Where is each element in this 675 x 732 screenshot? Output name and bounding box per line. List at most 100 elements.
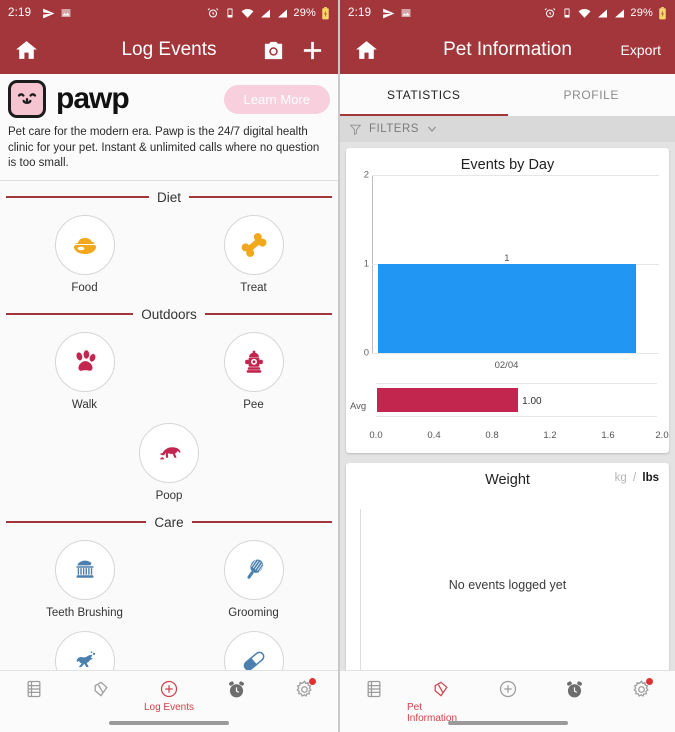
avg-category-label: Avg: [350, 401, 367, 412]
send-icon: [382, 7, 395, 20]
pet-tag-icon: [91, 679, 111, 699]
nav-item-pet-information[interactable]: [68, 679, 136, 699]
status-bar-right: 29%: [544, 6, 667, 20]
icon-bubble: [223, 539, 284, 600]
avg-bar[interactable]: [377, 388, 518, 412]
nav-item-reminders[interactable]: [541, 679, 608, 700]
unit-lbs[interactable]: lbs: [642, 472, 659, 484]
icon-bubble: [54, 331, 115, 392]
event-button-teeth-brushing[interactable]: Teeth Brushing: [0, 532, 169, 623]
unit-kg[interactable]: kg: [615, 472, 627, 484]
divider-line: [6, 196, 149, 198]
weight-card-header: Weight kg / lbs: [346, 463, 669, 492]
plus-icon[interactable]: [301, 39, 324, 62]
app-bar-actions: Export: [621, 42, 661, 58]
pooping-dog-icon: [153, 437, 185, 469]
tab-profile[interactable]: PROFILE: [508, 74, 675, 116]
status-bar-right: 29%: [207, 6, 330, 20]
hair-brush-icon: [239, 555, 269, 585]
event-button-poop[interactable]: Poop: [0, 415, 338, 506]
paw-print-icon: [70, 347, 100, 377]
statistics-content: Events by Day 0 1 2 1 0 2 /04 Avg 1.00 0.0…: [340, 142, 675, 732]
camera-icon[interactable]: [262, 39, 285, 62]
signal-icon: [596, 8, 608, 19]
icon-bubble: [223, 331, 284, 392]
learn-more-button[interactable]: Learn More: [223, 84, 330, 114]
app-bar: Log Events: [0, 26, 338, 74]
battery-charging-icon: [321, 6, 330, 20]
gridline: [372, 353, 659, 354]
x-tick-label: 02/04: [494, 360, 519, 371]
settings-badge: [646, 678, 653, 685]
nav-item-pet-information[interactable]: Pet Information: [407, 679, 474, 724]
unit-separator: /: [632, 472, 637, 484]
weight-unit-toggle[interactable]: kg / lbs: [615, 472, 659, 484]
banner-top-row: pawp Learn More: [8, 80, 330, 118]
event-label: Pee: [243, 398, 264, 411]
weight-card: Weight kg / lbs No events logged yet: [346, 463, 669, 691]
divider-line: [204, 313, 332, 315]
chevron-down-icon: [426, 123, 438, 135]
event-label: Poop: [155, 489, 183, 502]
status-bar-left: 2:19: [348, 7, 412, 20]
bone-icon: [238, 229, 270, 261]
bar-value-label: 1: [504, 253, 510, 264]
event-button-food[interactable]: Food: [0, 207, 169, 298]
status-bar: 2:19 29%: [340, 0, 675, 26]
event-label: Food: [71, 281, 98, 294]
nav-item-log-events[interactable]: [474, 679, 541, 699]
filters-label: FILTERS: [369, 123, 419, 135]
wifi-icon: [578, 8, 591, 19]
chart-title: Events by Day: [460, 157, 555, 173]
y-tick: 0: [363, 347, 369, 359]
home-indicator: [109, 721, 229, 725]
divider-line: [191, 521, 333, 523]
section-title: Diet: [157, 189, 182, 205]
alarm-clock-icon: [564, 679, 585, 700]
vibrate-icon: [561, 7, 573, 19]
home-icon[interactable]: [14, 38, 39, 63]
divider-line: [6, 521, 147, 523]
event-button-pee[interactable]: Pee: [169, 324, 338, 415]
tab-bar: STATISTICS PROFILE: [340, 74, 675, 116]
event-button-walk[interactable]: Walk: [0, 324, 169, 415]
nav-item-settings[interactable]: [608, 678, 675, 700]
y-tick: 1: [363, 258, 369, 270]
nav-item-journal[interactable]: [340, 679, 407, 699]
image-icon: [400, 7, 412, 19]
events-by-day-card: Events by Day 0 1 2 1 02/04 Avg 1.00 0.0…: [346, 148, 669, 453]
event-label: Walk: [71, 398, 98, 411]
wifi-icon: [241, 8, 254, 19]
alarm-clock-icon: [226, 679, 247, 700]
pawp-promo-banner[interactable]: pawp Learn More Pet care for the modern …: [0, 74, 338, 181]
chart-plot-area: 1: [372, 175, 659, 354]
nav-item-reminders[interactable]: [203, 679, 271, 700]
section-title: Care: [154, 514, 184, 530]
right-phone-screen: 2:19 29% Pet Information Export STATISTI…: [338, 0, 675, 732]
fire-hydrant-icon: [239, 347, 269, 377]
status-time: 2:19: [348, 7, 372, 19]
events-by-day-chart: 0 1 2 1 02/04: [350, 170, 663, 375]
journal-icon: [364, 679, 384, 699]
gridline: [372, 175, 659, 176]
event-button-treat[interactable]: Treat: [169, 207, 338, 298]
status-bar-left: 2:19: [8, 7, 72, 20]
nav-item-journal[interactable]: [0, 679, 68, 699]
app-bar: Pet Information Export: [340, 26, 675, 74]
nav-item-settings[interactable]: [270, 678, 338, 700]
tab-statistics[interactable]: STATISTICS: [340, 74, 508, 116]
status-bar: 2:19 29%: [0, 0, 338, 26]
y-tick: 2: [363, 169, 369, 181]
home-icon[interactable]: [354, 38, 379, 63]
chart-y-axis: 0 1 2: [350, 170, 372, 359]
nav-item-log-events[interactable]: Log Events: [135, 679, 203, 713]
x-tick: 1.2: [543, 430, 557, 441]
pet-tag-icon: [431, 679, 451, 699]
event-button-grooming[interactable]: Grooming: [169, 532, 338, 623]
event-grid-diet: Food Treat: [0, 207, 338, 298]
bar-02-04[interactable]: [377, 264, 637, 353]
export-button[interactable]: Export: [621, 42, 661, 58]
weight-chart-axis: [360, 509, 361, 673]
filters-bar[interactable]: FILTERS: [340, 116, 675, 142]
x-tick: 0.0: [369, 430, 383, 441]
